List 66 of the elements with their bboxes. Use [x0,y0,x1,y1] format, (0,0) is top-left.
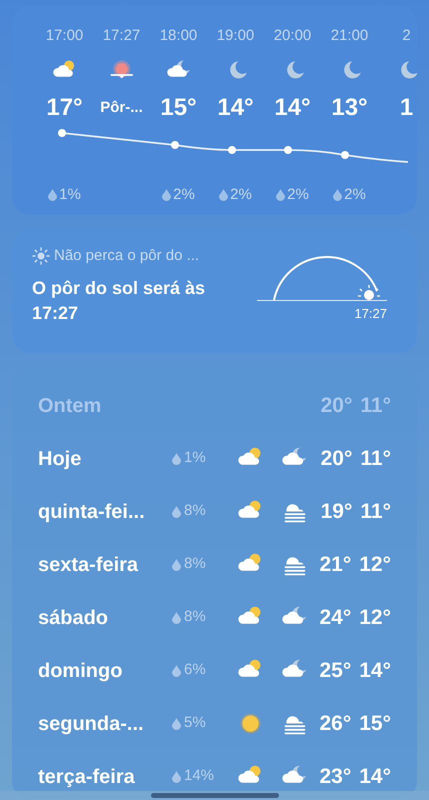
precipitation-chance: 1% [59,184,81,205]
low-temperature: 11° [360,392,391,419]
low-temperature: 11° [360,498,391,525]
sunset-message: O pôr do sol será às 17:27 [32,276,206,324]
sunset-header: Não perca o pôr do ... [54,246,200,266]
precipitation-chance: 6% [184,660,206,680]
day-name: segunda-... [38,712,145,736]
hour-time: 19:00 [216,26,254,45]
low-temperature: 14° [359,658,391,684]
precipitation-chance: 8% [184,554,206,574]
hour-time: 18:00 [160,26,198,45]
low-temperature: 15° [359,710,391,737]
high-temperature: 20° [320,392,352,419]
raindrop-icon [172,558,181,570]
hour-temperature: 14° [217,93,254,123]
precipitation-chance: 8% [184,607,206,628]
hour-time: 17:27 [102,26,140,45]
hour-temperature: 13° [331,93,368,123]
hour-temperature: 1 [400,93,414,123]
raindrop-icon [276,189,286,201]
precipitation-chance: 14% [184,766,214,786]
precipitation-chance: 8% [184,501,206,522]
hour-time: 20:00 [274,26,312,45]
hour-time: 2 [402,26,411,45]
hour-temperature: 15° [160,93,197,123]
precipitation-chance: 2% [344,184,366,205]
day-name: terça-feira [38,764,136,790]
raindrop-icon [333,189,342,201]
day-name: Hoje [38,446,82,472]
high-temperature: 20° [320,446,352,472]
high-temperature: 25° [319,658,352,684]
precipitation-chance: 2% [230,184,252,205]
day-name: sexta-feira [38,552,140,578]
raindrop-icon [162,189,172,201]
raindrop-icon [48,189,58,201]
day-name: Ontem [38,394,102,418]
high-temperature: 24° [319,604,352,631]
raindrop-icon [172,770,181,782]
low-temperature: 14° [359,764,391,790]
low-temperature: 12° [359,552,391,578]
high-temperature: 19° [320,498,352,525]
day-name: domingo [38,658,124,684]
precipitation-chance: 1% [184,448,206,468]
raindrop-icon [172,718,181,730]
sun-icon [32,247,50,266]
raindrop-icon [172,452,181,464]
sunset-time: 17:27 [354,305,387,323]
low-temperature: 12° [359,604,391,631]
precipitation-chance: 5% [184,713,206,734]
high-temperature: 21° [319,552,352,578]
hour-time: 17:00 [46,26,84,45]
raindrop-icon [172,664,181,676]
precipitation-chance: 2% [287,184,309,205]
low-temperature: 11° [360,446,391,472]
hour-time: 21:00 [330,26,368,45]
hour-temperature: 17° [46,93,83,123]
raindrop-icon [219,189,228,201]
raindrop-icon [172,612,181,624]
high-temperature: 23° [319,764,352,790]
day-name: quinta-fei... [38,500,146,524]
precipitation-chance: 2% [173,184,195,205]
hour-temperature: Pôr-... [100,98,143,118]
hour-temperature: 14° [274,93,311,123]
raindrop-icon [172,506,181,518]
day-name: sábado [38,606,110,630]
high-temperature: 26° [319,710,352,737]
